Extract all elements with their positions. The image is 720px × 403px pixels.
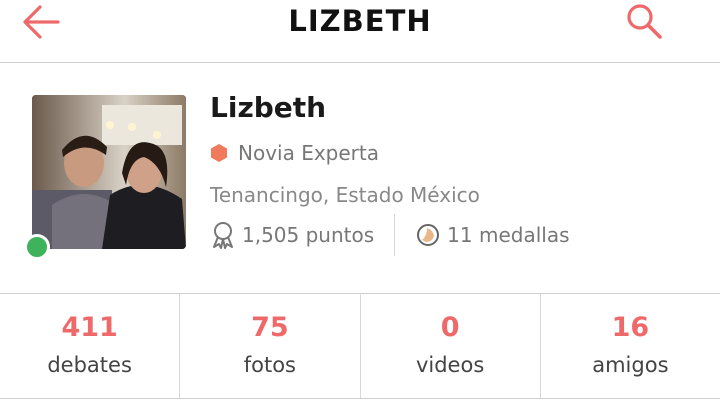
profile-photo (32, 95, 186, 249)
counter-amigos[interactable]: 16 amigos (539, 294, 720, 398)
counter-value: 16 (611, 312, 650, 343)
profile-card: Lizbeth Novia Experta Tenancingo, Estado… (0, 63, 720, 293)
medals-label: 11 medallas (447, 223, 570, 247)
medal-coin-icon (417, 224, 440, 246)
counter-fotos[interactable]: 75 fotos (179, 294, 359, 398)
ribbon-award-icon (213, 222, 233, 249)
points-label: 1,505 puntos (242, 223, 375, 247)
counter-value: 0 (440, 312, 460, 343)
counter-label: fotos (243, 353, 296, 377)
search-icon (627, 4, 662, 39)
counter-label: videos (415, 353, 485, 377)
online-status-indicator (24, 234, 50, 260)
profile-name: Lizbeth (210, 91, 327, 124)
counter-debates[interactable]: 411 debates (0, 294, 179, 398)
divider (394, 214, 396, 256)
counter-value: 411 (61, 312, 118, 343)
page-title: LIZBETH (288, 4, 432, 38)
points[interactable]: 1,505 puntos (210, 221, 374, 249)
user-location: Tenancingo, Estado México (210, 183, 480, 207)
search-button[interactable] (620, 0, 666, 44)
rank-label: Novia Experta (238, 141, 379, 165)
profile-counters: 411 debates 75 fotos 0 videos 16 amigos (0, 293, 720, 399)
medals[interactable]: 11 medallas (415, 222, 570, 248)
achievements-row: 1,505 puntos 11 medallas (210, 213, 570, 257)
counter-label: debates (47, 353, 132, 377)
avatar[interactable] (32, 95, 186, 249)
counter-videos[interactable]: 0 videos (359, 294, 540, 398)
user-rank: Novia Experta (210, 141, 379, 165)
top-app-bar: LIZBETH (0, 0, 720, 63)
counter-value: 75 (251, 312, 289, 343)
hexagon-badge-icon (211, 144, 227, 162)
counter-label: amigos (592, 353, 669, 377)
